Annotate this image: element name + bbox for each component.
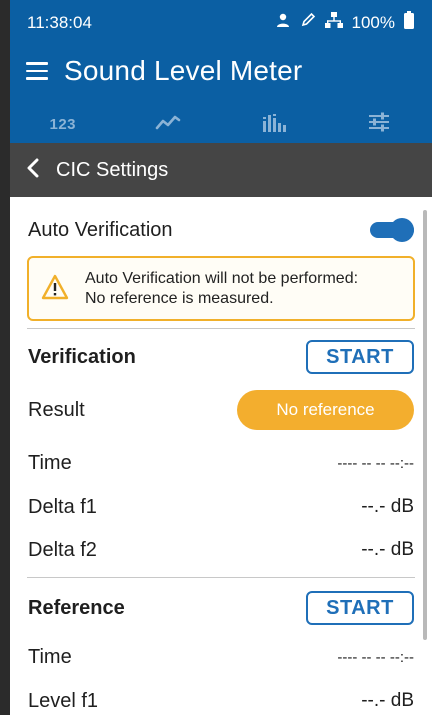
reference-start-button[interactable]: START — [306, 591, 414, 625]
delta-f1-value: --.- dB — [361, 496, 414, 517]
verification-time-label: Time — [28, 451, 72, 474]
verification-time-value: ---- -- -- --:-- — [337, 454, 414, 472]
divider — [27, 328, 415, 329]
warning-line-1: Auto Verification will not be performed: — [85, 269, 359, 287]
tab-bar: 123 — [10, 100, 432, 148]
level-f1-label: Level f1 — [28, 689, 99, 712]
app-title-bar: Sound Level Meter — [10, 48, 432, 94]
auto-verification-label: Auto Verification — [28, 218, 173, 241]
delta-f2-label: Delta f2 — [28, 538, 97, 561]
result-row: Result No reference — [28, 390, 414, 430]
reference-time-row: Time ---- -- -- --:-- — [28, 642, 414, 672]
level-f1-value: --.- dB — [361, 690, 414, 711]
line-graph-icon — [155, 113, 181, 135]
auto-verification-row: Auto Verification — [28, 214, 414, 246]
battery-icon — [404, 11, 414, 34]
tab-graph[interactable] — [116, 100, 222, 148]
delta-f1-label: Delta f1 — [28, 495, 97, 518]
app-frame: 11:38:04 100% Sound Level Meter 123 CIC … — [10, 0, 432, 715]
back-chevron-icon[interactable] — [26, 158, 40, 183]
warning-box: Auto Verification will not be performed:… — [27, 256, 415, 321]
verification-title: Verification — [28, 345, 136, 368]
verification-header-row: Verification START — [28, 339, 414, 375]
network-icon — [324, 12, 343, 33]
app-title: Sound Level Meter — [64, 55, 303, 86]
level-f1-row: Level f1 --.- dB — [28, 686, 414, 715]
status-icons: 100% — [275, 11, 414, 34]
delta-f2-row: Delta f2 --.- dB — [28, 535, 414, 565]
auto-verification-toggle[interactable] — [370, 218, 414, 242]
person-icon — [275, 12, 291, 33]
reference-title: Reference — [28, 596, 125, 619]
warning-icon — [41, 274, 71, 304]
warning-line-2: No reference is measured. — [85, 289, 274, 307]
delta-f1-row: Delta f1 --.- dB — [28, 492, 414, 522]
battery-percent: 100% — [351, 12, 395, 32]
divider — [27, 577, 415, 578]
delta-f2-value: --.- dB — [361, 539, 414, 560]
result-label: Result — [28, 398, 85, 421]
tab-spectrum[interactable] — [221, 100, 327, 148]
reference-header-row: Reference START — [28, 590, 414, 626]
warning-text: Auto Verification will not be performed:… — [85, 269, 358, 309]
sliders-icon — [367, 112, 391, 136]
tab-numeric-label: 123 — [49, 115, 77, 133]
settings-content: Auto Verification Auto Verification will… — [10, 197, 432, 715]
verification-time-row: Time ---- -- -- --:-- — [28, 448, 414, 478]
reference-time-value: ---- -- -- --:-- — [337, 648, 414, 666]
tab-settings[interactable] — [327, 100, 432, 148]
pencil-icon — [300, 12, 316, 33]
reference-time-label: Time — [28, 645, 72, 668]
result-status-badge: No reference — [237, 390, 414, 430]
top-app-bar: 11:38:04 100% Sound Level Meter 123 — [10, 0, 432, 150]
status-time: 11:38:04 — [27, 13, 92, 32]
verification-start-button[interactable]: START — [306, 340, 414, 374]
settings-header: CIC Settings — [10, 143, 432, 197]
settings-title: CIC Settings — [56, 158, 169, 181]
status-bar: 11:38:04 100% — [10, 0, 432, 42]
scrollbar[interactable] — [423, 210, 427, 640]
menu-icon[interactable] — [26, 62, 48, 80]
spectrum-bars-icon — [262, 112, 286, 136]
tab-numeric[interactable]: 123 — [10, 100, 116, 148]
